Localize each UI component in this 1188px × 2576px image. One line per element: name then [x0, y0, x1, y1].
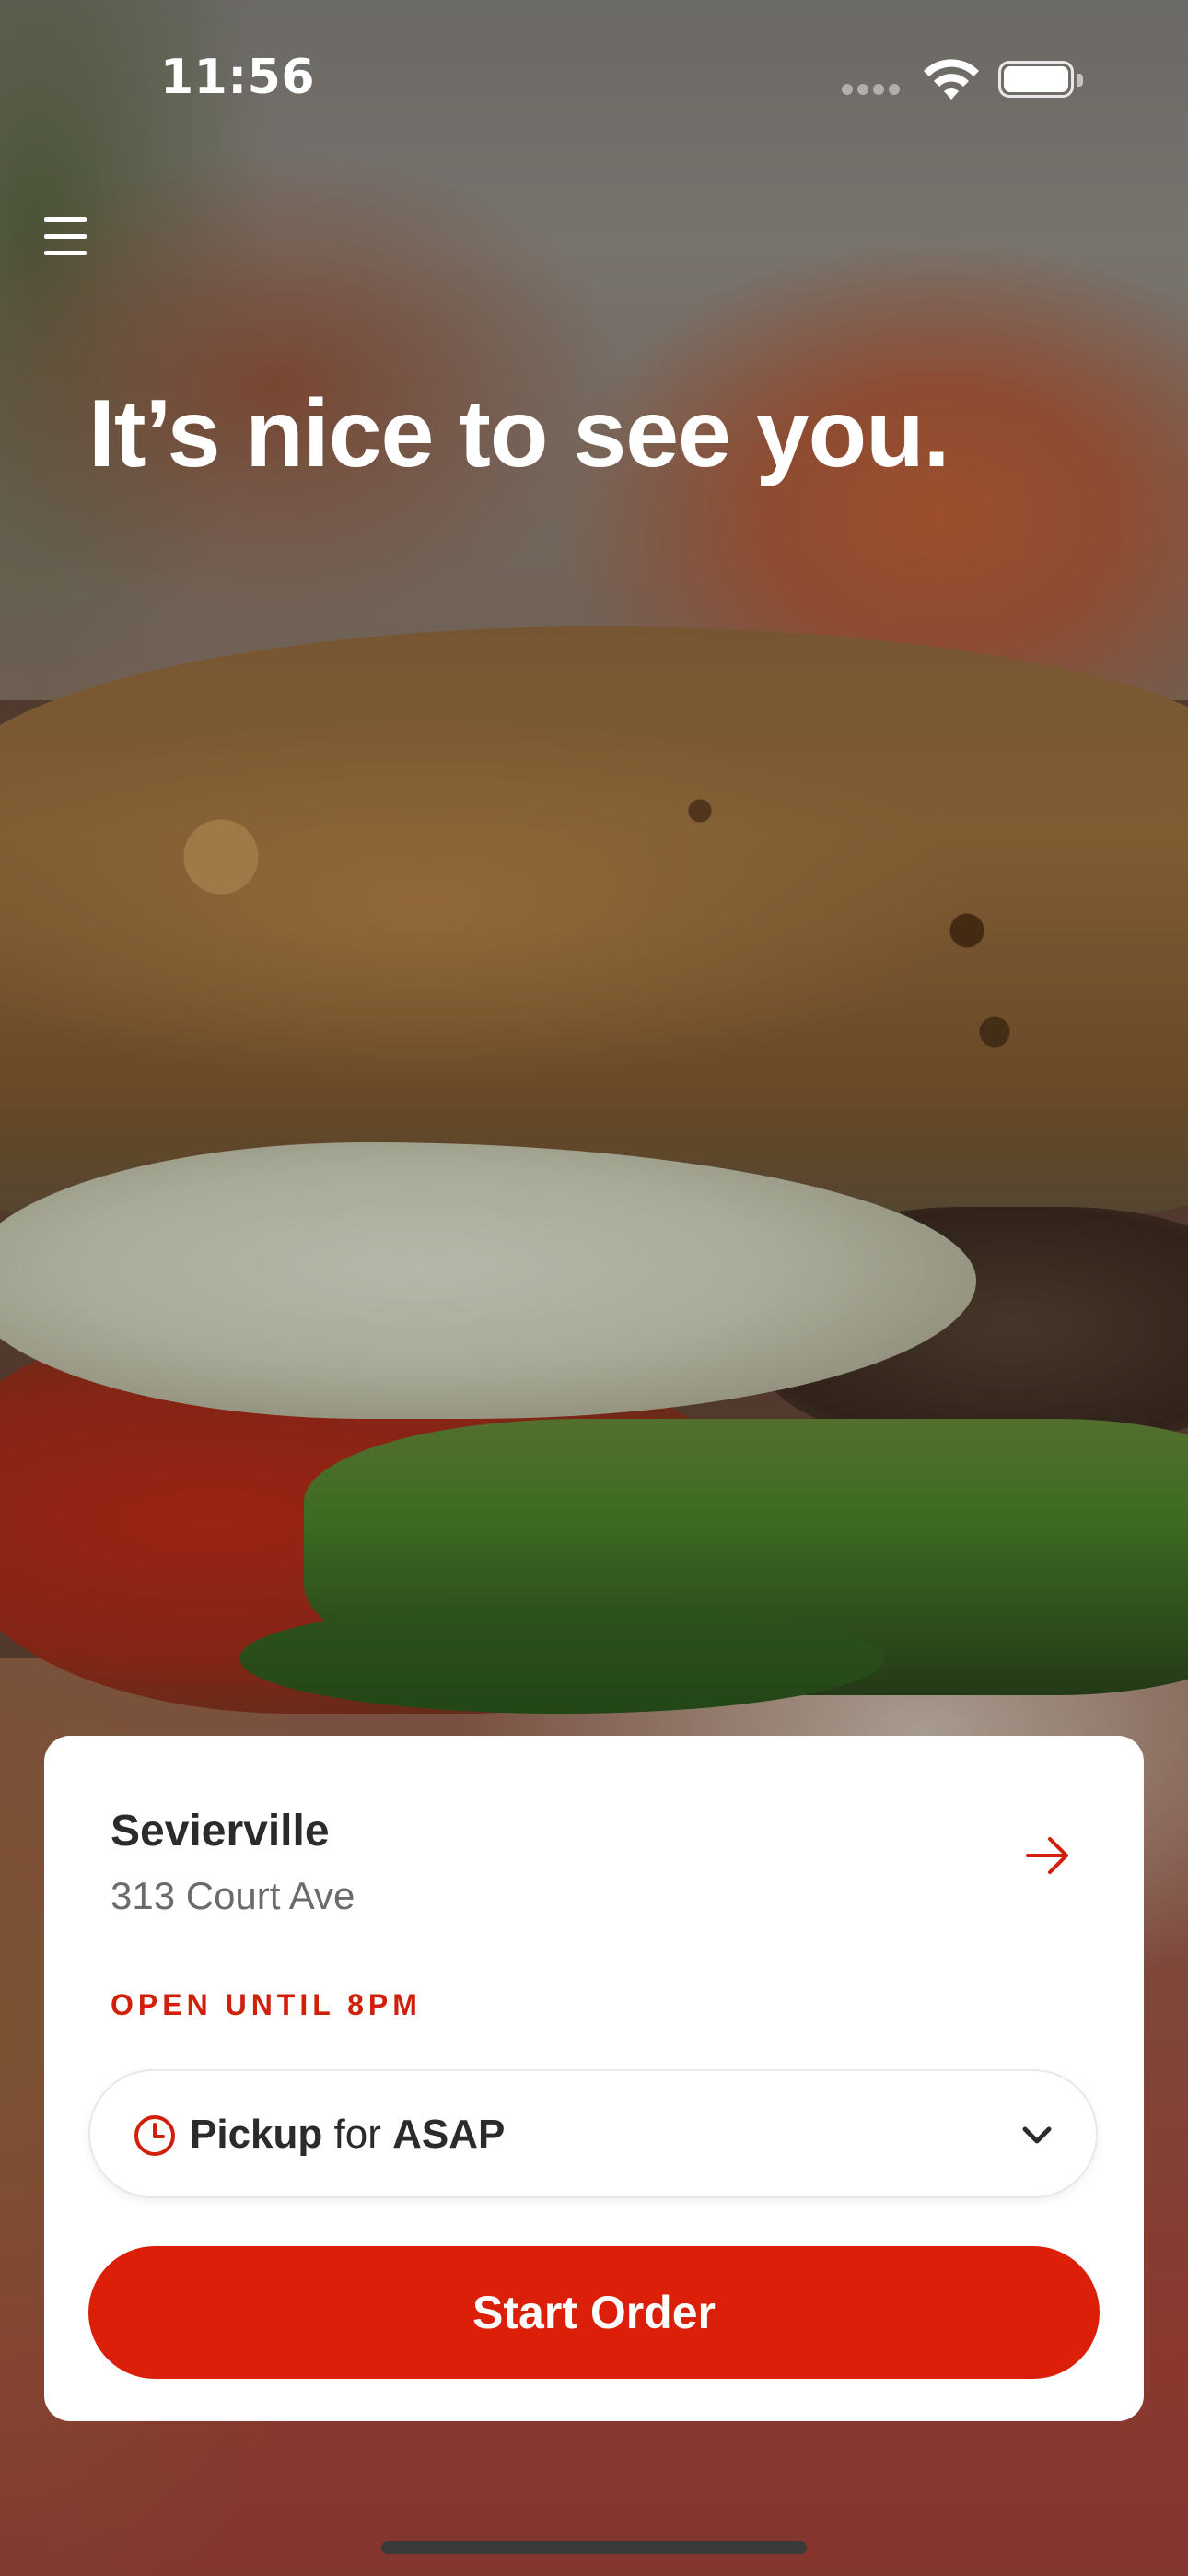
clock-icon	[134, 2115, 175, 2156]
location-address: 313 Court Ave	[111, 1874, 355, 1917]
chevron-down-icon	[1022, 2126, 1052, 2144]
wifi-icon	[924, 59, 979, 100]
status-time: 11:56	[160, 50, 316, 105]
location-name: Sevierville	[111, 1807, 330, 1856]
hours-status: OPEN UNTIL 8PM	[111, 1988, 422, 2021]
signal-icon	[842, 83, 906, 96]
order-connector: for	[333, 2112, 381, 2157]
order-method: Pickup	[190, 2112, 323, 2157]
pickup-time-selector[interactable]: Pickup for ASAP	[88, 2069, 1098, 2198]
greeting-heading: It’s nice to see you.	[88, 381, 950, 487]
battery-icon	[998, 61, 1087, 100]
menu-icon[interactable]	[42, 214, 90, 262]
arrow-right-icon[interactable]	[1020, 1828, 1076, 1883]
pickup-label: Pickup for ASAP	[190, 2112, 505, 2158]
status-bar: 11:56	[0, 0, 1188, 157]
home-indicator	[381, 2541, 807, 2554]
order-timing: ASAP	[392, 2112, 506, 2157]
start-order-button[interactable]: Start Order	[88, 2246, 1100, 2379]
order-card: Sevierville 313 Court Ave OPEN UNTIL 8PM…	[44, 1736, 1144, 2421]
